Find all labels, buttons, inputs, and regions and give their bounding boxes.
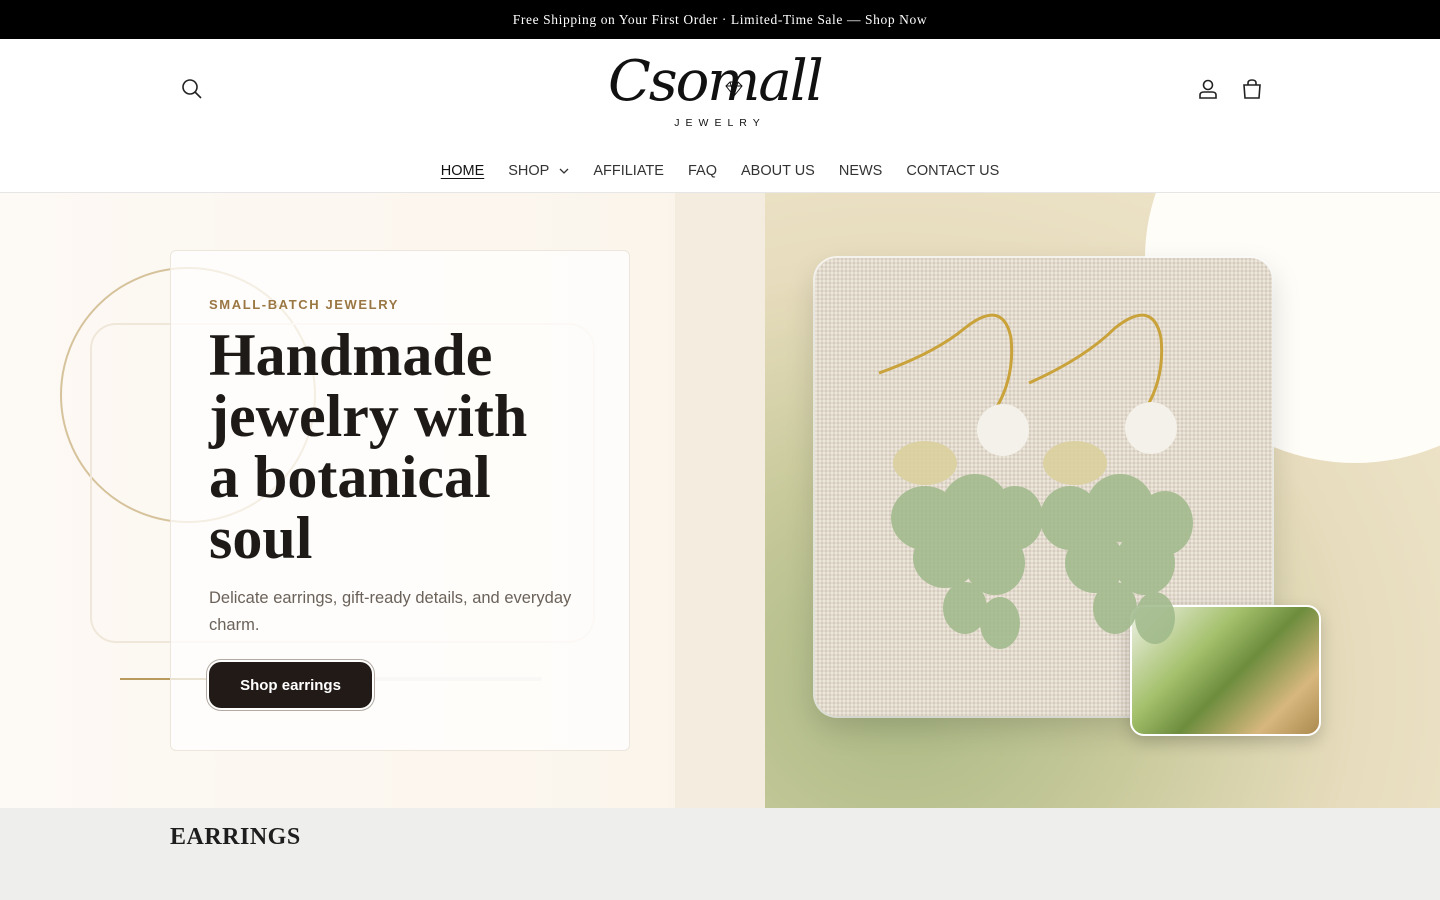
diamond-icon — [725, 81, 743, 97]
hero-subtext: Delicate earrings, gift-ready details, a… — [209, 589, 572, 634]
hero-card: SMALL-BATCH JEWELRY Handmade jewelry wit… — [170, 250, 630, 751]
earrings-product-photo — [815, 258, 1272, 716]
nav-item-home[interactable]: HOME — [429, 159, 497, 183]
section-title: EARRINGS — [170, 824, 301, 850]
earrings-section: EARRINGS — [0, 808, 1440, 900]
logo-subtitle: JEWELRY — [674, 117, 766, 129]
site-header: Csomall JEWELRY HOME SHOP AFFILIATE FAQ … — [0, 39, 1440, 193]
hero-divider — [675, 193, 765, 808]
search-icon — [182, 79, 202, 99]
announcement-text[interactable]: Free Shipping on Your First Order · Limi… — [513, 12, 927, 28]
nav-item-faq[interactable]: FAQ — [676, 159, 729, 183]
nav-item-news[interactable]: NEWS — [827, 159, 895, 183]
main-navigation: HOME SHOP AFFILIATE FAQ ABOUT US NEWS CO… — [0, 159, 1440, 183]
chevron-down-icon — [559, 168, 569, 174]
account-icon — [1199, 79, 1217, 99]
earrings-illustration — [878, 313, 1193, 649]
announcement-bar[interactable]: Free Shipping on Your First Order · Limi… — [0, 0, 1440, 39]
hero-headline: Handmade jewelry with a botanical soul — [209, 322, 528, 571]
site-logo[interactable]: Csomall JEWELRY — [608, 47, 824, 131]
cart-icon — [1243, 79, 1261, 99]
search-button[interactable] — [174, 71, 210, 107]
account-button[interactable] — [1190, 71, 1226, 107]
nav-item-shop[interactable]: SHOP — [496, 159, 581, 183]
cart-button[interactable] — [1234, 71, 1270, 107]
logo-script: Csomall — [608, 49, 824, 114]
nav-item-about-us[interactable]: ABOUT US — [729, 159, 827, 183]
nav-item-contact-us[interactable]: CONTACT US — [894, 159, 1011, 183]
nav-item-affiliate[interactable]: AFFILIATE — [581, 159, 676, 183]
hero-section: SMALL-BATCH JEWELRY Handmade jewelry wit… — [0, 193, 1440, 808]
hero-eyebrow: SMALL-BATCH JEWELRY — [209, 297, 399, 312]
shop-earrings-button[interactable]: Shop earrings — [209, 662, 372, 708]
